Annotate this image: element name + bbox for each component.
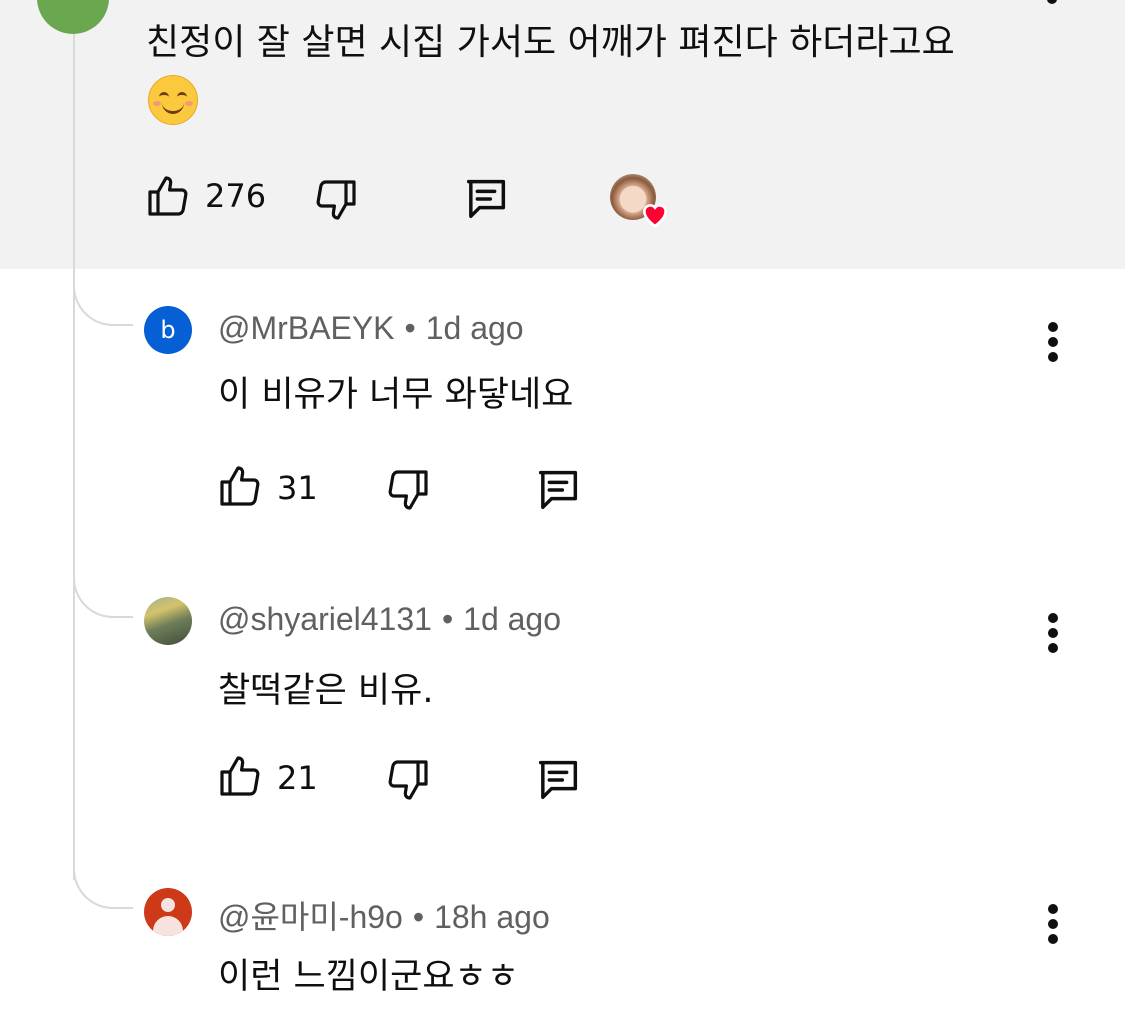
meta-separator: • [412, 899, 425, 935]
reply-text: 찰떡같은 비유. [218, 671, 434, 711]
thread-line [73, 0, 75, 880]
avatar[interactable]: b [144, 306, 192, 354]
reply-icon[interactable] [532, 754, 584, 806]
meta-separator: • [441, 601, 454, 637]
like-icon[interactable] [144, 172, 192, 220]
avatar[interactable] [144, 888, 192, 936]
reply-time: 1d ago [463, 601, 562, 637]
reply-time: 18h ago [434, 899, 550, 935]
reply-text: 이 비유가 너무 와닿네요 [218, 375, 574, 415]
thread-connector [73, 578, 133, 618]
reply-meta: @윤마미-h9o • 18h ago [218, 892, 550, 938]
reply-text: 이런 느낌이군요ㅎㅎ [218, 957, 519, 997]
reply-icon[interactable] [460, 173, 512, 225]
smiling-face-emoji [148, 75, 198, 125]
reply-meta: @MrBAEYK • 1d ago [218, 310, 524, 347]
more-options-icon[interactable] [1045, 322, 1061, 362]
like-icon[interactable] [216, 462, 264, 510]
reply-meta: @shyariel4131 • 1d ago [218, 601, 561, 638]
creator-heart-badge[interactable] [610, 174, 668, 228]
like-count: 21 [277, 759, 318, 797]
thread-connector [73, 869, 133, 909]
dislike-icon[interactable] [384, 756, 432, 804]
meta-separator: • [404, 310, 416, 346]
like-count: 276 [205, 177, 267, 215]
reply-author[interactable]: @MrBAEYK [218, 310, 395, 346]
more-options-icon[interactable] [1045, 613, 1061, 653]
reply-icon[interactable] [532, 464, 584, 516]
reply-author[interactable]: @shyariel4131 [218, 601, 432, 637]
like-icon[interactable] [216, 752, 264, 800]
like-count: 31 [277, 469, 318, 507]
more-options-icon[interactable] [1045, 904, 1061, 944]
reply-time: 1d ago [425, 310, 524, 346]
reply-author[interactable]: @윤마미-h9o [218, 899, 403, 935]
avatar[interactable] [144, 597, 192, 645]
thread-connector [73, 286, 133, 326]
dislike-icon[interactable] [384, 466, 432, 514]
heart-icon [642, 204, 668, 228]
dislike-icon[interactable] [312, 176, 360, 224]
comment-text: 친정이 잘 살면 시집 가서도 어깨가 펴진다 하더라고요 [146, 22, 955, 63]
